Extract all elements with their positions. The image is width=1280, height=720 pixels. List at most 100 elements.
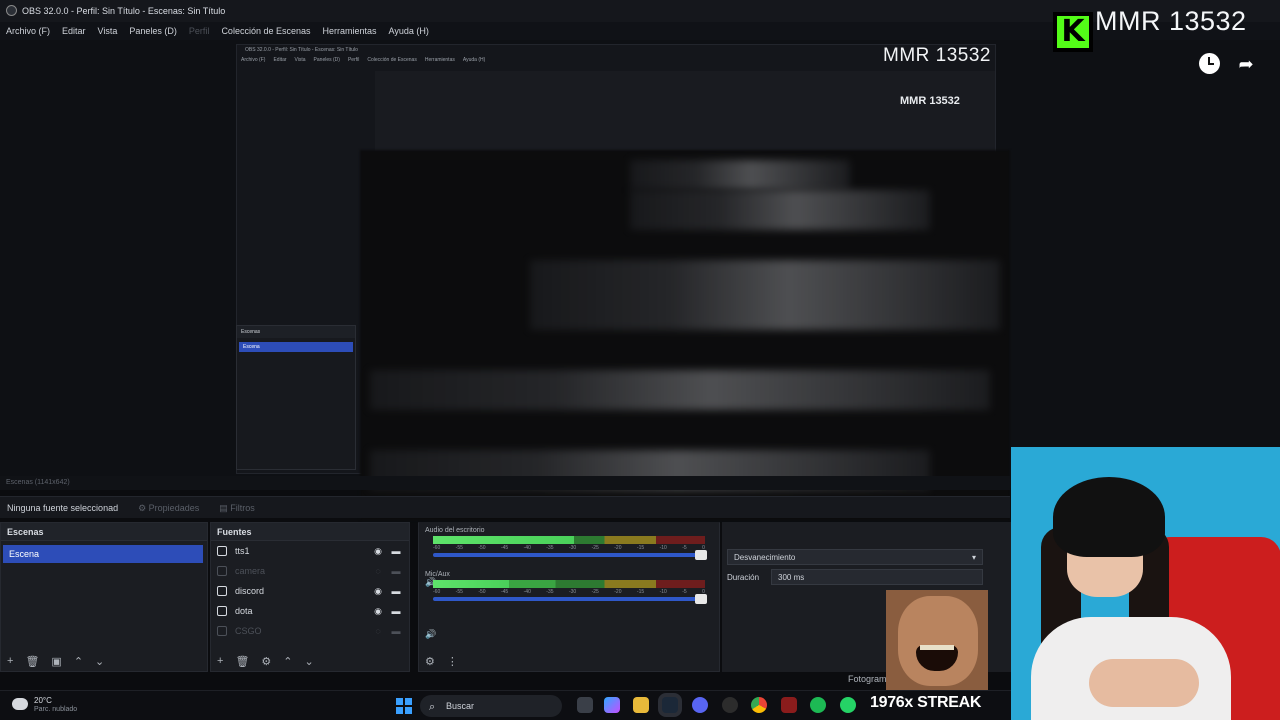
source-toolbar: Ninguna fuente seleccionad ⚙ Propiedades…	[0, 496, 1010, 518]
app-red-icon[interactable]	[781, 697, 797, 713]
source-item-dota[interactable]: dota ◉ ▬	[211, 601, 409, 621]
duration-value: 300 ms	[778, 573, 805, 582]
source-label: tts1	[235, 546, 250, 556]
desktop-audio-volume-slider[interactable]	[433, 550, 707, 560]
source-item-camera[interactable]: camera ◌ ▬	[211, 561, 409, 581]
tick-label: -35	[546, 545, 554, 551]
eye-icon[interactable]: ◉	[373, 586, 383, 597]
meter-ticks: -60 -55 -50 -45 -40 -35 -30 -25 -20 -15 …	[433, 545, 705, 551]
move-down-icon[interactable]: ⌄	[305, 655, 314, 668]
webcam-feed	[1011, 447, 1280, 720]
add-source-icon[interactable]: +	[217, 655, 223, 667]
source-type-icon	[217, 586, 227, 596]
mic-volume-slider[interactable]	[433, 594, 707, 604]
menu-paneles[interactable]: Paneles (D)	[129, 22, 177, 40]
menu-vista[interactable]: Vista	[98, 22, 118, 40]
nested-scenes-dock: Escenas Escena	[236, 325, 356, 470]
tick-label: -5	[682, 545, 687, 551]
volume-knob[interactable]	[695, 550, 707, 560]
desktop-audio-meter	[433, 536, 705, 544]
mixer-toolbar: ⚙ ⋮	[419, 651, 719, 671]
whatsapp-icon[interactable]	[840, 697, 856, 713]
tick-label: -20	[614, 545, 622, 551]
fur-hat	[1053, 477, 1165, 557]
add-scene-icon[interactable]: +	[7, 655, 13, 667]
volume-knob[interactable]	[695, 594, 707, 604]
mixer-settings-icon[interactable]: ⚙	[425, 655, 435, 668]
remove-scene-icon[interactable]: 🗑	[25, 655, 39, 668]
tick-label: -55	[455, 545, 463, 551]
obs-taskbar-icon[interactable]	[722, 697, 738, 713]
nested-mmr-label: MMR 13532	[900, 95, 960, 107]
meme-overlay-image	[886, 590, 988, 690]
scene-filters-icon[interactable]: ▣	[51, 655, 61, 668]
menu-perfil[interactable]: Perfil	[189, 22, 210, 40]
move-up-icon[interactable]: ⌃	[74, 655, 83, 668]
menu-ayuda[interactable]: Ayuda (H)	[389, 22, 429, 40]
menu-coleccion[interactable]: Colección de Escenas	[221, 22, 310, 40]
file-explorer-icon[interactable]	[633, 697, 649, 713]
steam-icon[interactable]	[662, 697, 678, 713]
move-down-icon[interactable]: ⌄	[95, 655, 104, 668]
source-item-csgo[interactable]: CSGO ◌ ▬	[211, 621, 409, 641]
eye-hidden-icon[interactable]: ◌	[373, 566, 383, 576]
scene-item-escena[interactable]: Escena	[3, 545, 203, 563]
windows-start-icon[interactable]	[396, 698, 412, 714]
properties-button[interactable]: ⚙ Propiedades	[138, 497, 199, 518]
menu-archivo[interactable]: Archivo (F)	[6, 22, 50, 40]
nested-menu-item: Paneles (D)	[313, 57, 340, 63]
lock-icon[interactable]: ▬	[391, 586, 401, 596]
lock-icon[interactable]: ▬	[391, 606, 401, 616]
chrome-icon[interactable]	[751, 697, 767, 713]
frames-status: Fotogram	[848, 674, 887, 684]
eye-icon[interactable]: ◉	[373, 606, 383, 617]
menu-editar[interactable]: Editar	[62, 22, 86, 40]
nested-menu-item: Editar	[273, 57, 287, 63]
tick-label: -25	[591, 545, 599, 551]
meter-fill	[433, 536, 575, 544]
lock-icon[interactable]: ▬	[391, 546, 401, 556]
nested-menu-item: Vista	[294, 57, 306, 63]
tick-label: -15	[636, 545, 645, 551]
channel-mic-label: Mic/Aux	[425, 571, 450, 578]
eye-icon[interactable]: ◉	[373, 546, 383, 557]
scenes-dock-title: Escenas	[1, 523, 207, 541]
blur-streak	[630, 190, 930, 230]
share-icon[interactable]: ➦	[1235, 53, 1257, 75]
tick-label: -35	[546, 589, 554, 595]
copilot-icon[interactable]	[604, 697, 620, 713]
mmr-overlay: MMR 13532	[1095, 6, 1247, 36]
watch-later-icon[interactable]	[1199, 53, 1220, 74]
obs-app-icon	[6, 5, 17, 16]
source-properties-icon[interactable]: ⚙	[261, 655, 271, 668]
remove-source-icon[interactable]: 🗑	[235, 655, 249, 668]
mixer-menu-icon[interactable]: ⋮	[447, 655, 458, 668]
spotify-icon[interactable]	[810, 697, 826, 713]
hands	[1089, 659, 1199, 707]
source-item-tts1[interactable]: tts1 ◉ ▬	[211, 541, 409, 561]
source-item-discord[interactable]: discord ◉ ▬	[211, 581, 409, 601]
eye-hidden-icon[interactable]: ◌	[373, 626, 383, 636]
source-label: discord	[235, 586, 265, 596]
tick-label: -25	[591, 589, 599, 595]
lock-icon[interactable]: ▬	[391, 626, 401, 636]
nested-scene-selected: Escena	[239, 342, 353, 352]
weather-widget[interactable]: 20°C Parc. nublado	[12, 696, 77, 713]
nested-menu-item: Perfil	[347, 57, 360, 63]
search-icon: ⌕	[429, 701, 436, 713]
taskbar-search[interactable]: ⌕ Buscar	[420, 695, 562, 717]
channel-desktop-audio-label: Audio del escritorio	[425, 527, 485, 534]
move-up-icon[interactable]: ⌃	[283, 655, 292, 668]
lock-icon[interactable]: ▬	[391, 566, 401, 576]
discord-icon[interactable]	[692, 697, 708, 713]
nested-menu-item: Ayuda (H)	[462, 57, 486, 63]
tick-label: -45	[500, 589, 509, 595]
duration-input[interactable]: 300 ms	[771, 569, 983, 585]
filters-button[interactable]: ▤ Filtros	[219, 497, 255, 518]
task-view-icon[interactable]	[577, 697, 593, 713]
transition-type-select[interactable]: Desvanecimiento ▾	[727, 549, 983, 565]
blur-streak	[370, 370, 990, 410]
tick-label: -50	[478, 545, 486, 551]
menu-herramientas[interactable]: Herramientas	[323, 22, 377, 40]
speaker-icon[interactable]: 🔊	[425, 629, 436, 640]
